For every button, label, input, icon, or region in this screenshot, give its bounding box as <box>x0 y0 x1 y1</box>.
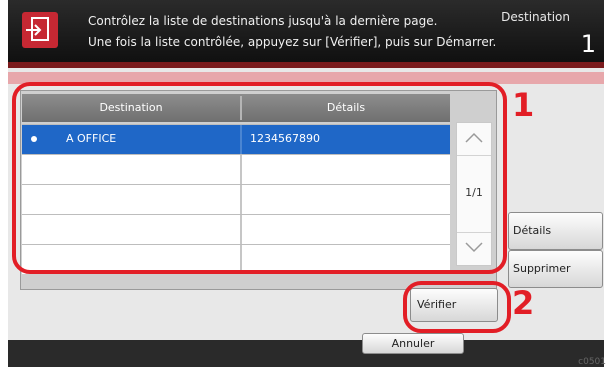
instruction-message: Contrôlez la liste de destinations jusqu… <box>88 11 496 53</box>
instruction-line-1: Contrôlez la liste de destinations jusqu… <box>88 14 438 28</box>
destination-label: Destination <box>501 10 570 24</box>
image-code: c0501 <box>578 357 606 367</box>
callout-number-2: 2 <box>512 284 535 322</box>
callout-ring-1 <box>12 82 507 274</box>
details-button-label: Détails <box>513 224 552 237</box>
cancel-button[interactable]: Annuler <box>362 333 464 354</box>
callout-ring-2 <box>403 281 511 333</box>
instruction-line-2: Une fois la liste contrôlée, appuyez sur… <box>88 35 497 49</box>
delete-button-label: Supprimer <box>513 262 571 275</box>
callout-number-1: 1 <box>512 86 535 124</box>
details-button[interactable]: Détails <box>508 212 603 250</box>
footer-bar <box>8 340 604 367</box>
header-bar: Contrôlez la liste de destinations jusqu… <box>8 0 604 62</box>
destination-count: 1 <box>580 30 596 58</box>
send-document-icon <box>22 12 58 48</box>
delete-button[interactable]: Supprimer <box>508 250 603 288</box>
